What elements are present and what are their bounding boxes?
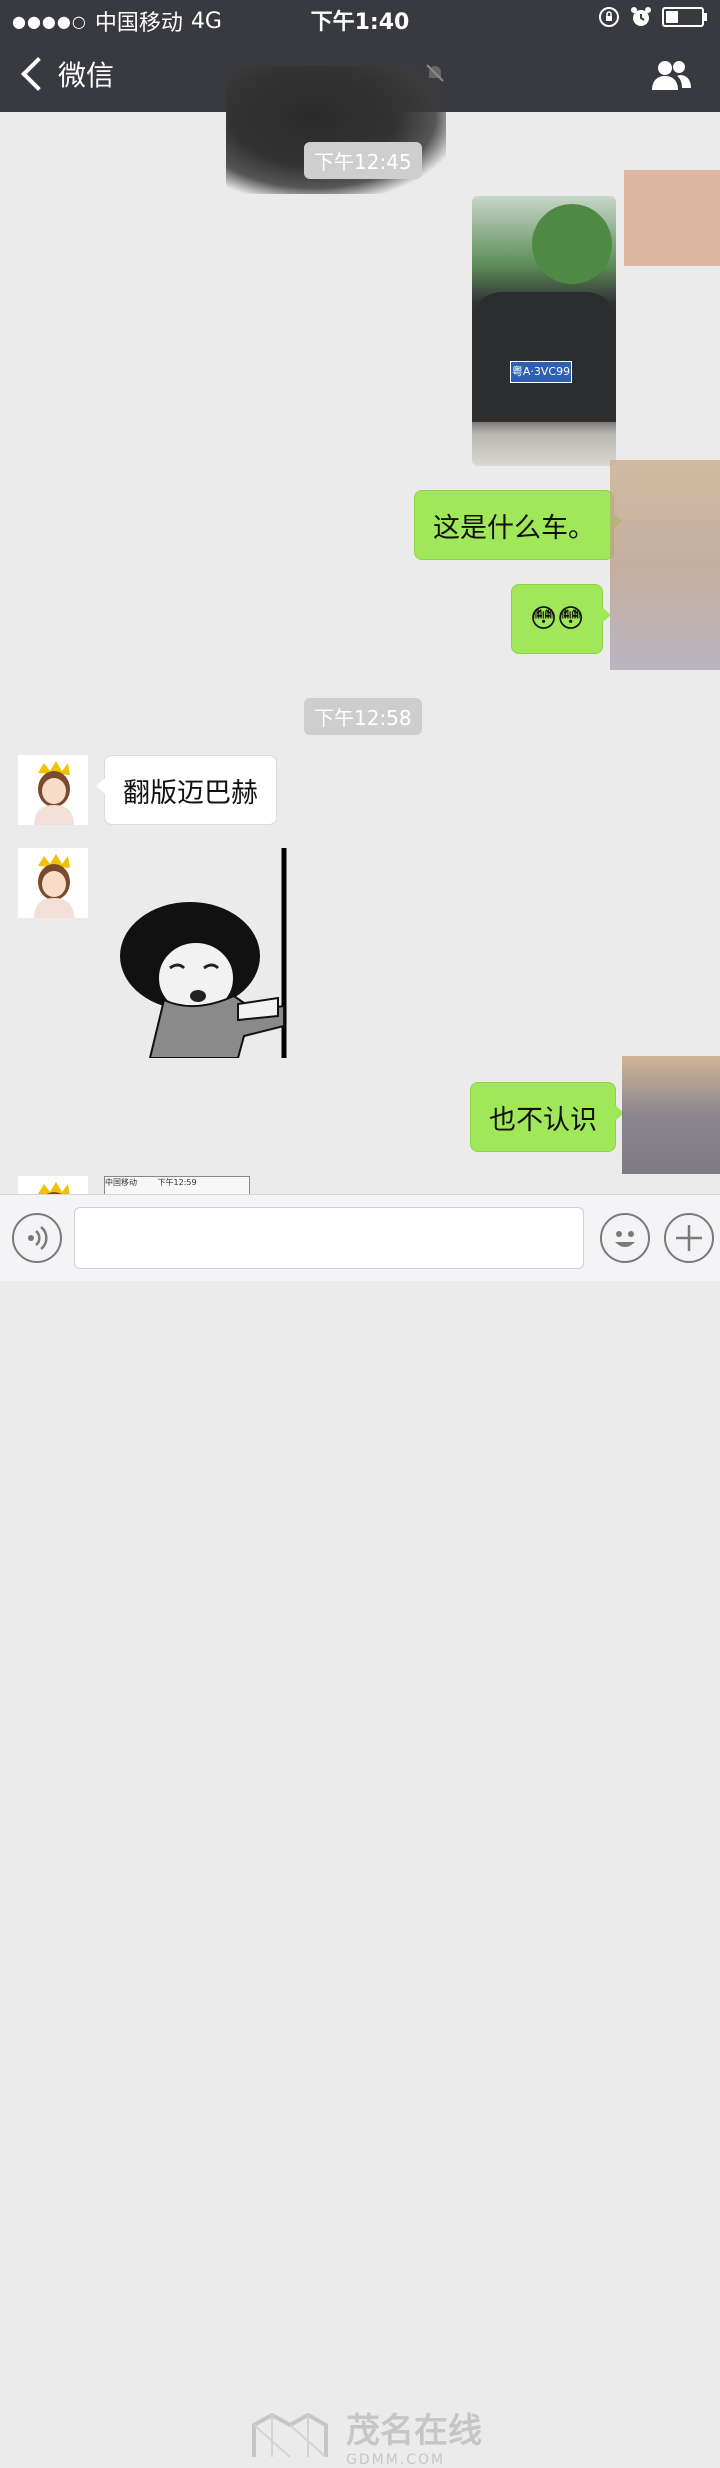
avatar[interactable]	[18, 848, 88, 918]
message-bubble-out[interactable]: 这是什么车。	[414, 490, 622, 560]
chevron-left-icon	[21, 57, 55, 91]
message-text: 这是什么车。	[433, 512, 595, 544]
message-text: 也不认识	[489, 1104, 597, 1136]
message-text: 翻版迈巴赫	[123, 777, 258, 809]
license-plate: 粤A·3VC99	[510, 361, 572, 383]
message-bubble-in[interactable]: 翻版迈巴赫	[96, 755, 277, 825]
mute-bell-icon	[426, 64, 444, 82]
plus-icon	[676, 1225, 702, 1251]
car-body	[472, 292, 616, 422]
chat-area[interactable]: 下午12:45 粤A·3VC99 这是什么车。 😳😳 下午12:58 翻版迈巴赫	[0, 112, 720, 1194]
smudge	[624, 170, 720, 266]
emoji-bubble-out[interactable]: 😳😳	[511, 584, 612, 654]
contacts-icon[interactable]	[650, 58, 692, 92]
back-label: 微信	[58, 59, 115, 92]
avatar[interactable]	[18, 1176, 88, 1194]
screenshot-thumbnail[interactable]: 中国移动 下午12:59	[104, 1176, 250, 1194]
flushed-face-emoji: 😳😳	[530, 604, 585, 634]
back-button[interactable]: 微信	[18, 54, 114, 94]
status-bar: ●●●●○ 中国移动 4G 下午1:40	[0, 0, 720, 36]
smudge	[610, 460, 720, 670]
watermark-cn: 茂名在线	[346, 2411, 482, 2451]
nav-bar: 微信	[0, 36, 720, 194]
emoji-button[interactable]	[600, 1213, 650, 1263]
battery-icon	[662, 7, 707, 27]
rotation-lock-icon	[599, 7, 619, 27]
thumb-time: 下午12:59	[157, 1178, 197, 1187]
watermark-en: GDMM.COM	[346, 2452, 446, 2468]
meme-sticker[interactable]	[110, 848, 290, 1058]
battery-level	[666, 11, 678, 23]
car-photo[interactable]: 粤A·3VC99	[472, 196, 616, 466]
emoji-icon	[615, 1231, 635, 1247]
message-input[interactable]	[74, 1207, 584, 1269]
voice-icon	[28, 1226, 48, 1250]
more-button[interactable]	[664, 1213, 714, 1263]
timestamp: 下午12:58	[304, 698, 422, 735]
voice-button[interactable]	[12, 1213, 62, 1263]
watermark: 茂名在线 GDMM.COM	[250, 2403, 482, 2468]
input-bar: 茂名在线 GDMM.COM	[0, 1194, 720, 2468]
message-bubble-out[interactable]: 也不认识	[470, 1082, 624, 1152]
avatar[interactable]	[18, 755, 88, 825]
tree	[532, 204, 612, 284]
alarm-icon	[631, 7, 651, 26]
watermark-logo-icon	[252, 2412, 328, 2458]
smudge	[622, 1056, 720, 1174]
thumb-carrier: 中国移动	[105, 1178, 137, 1187]
timestamp: 下午12:45	[304, 142, 422, 179]
